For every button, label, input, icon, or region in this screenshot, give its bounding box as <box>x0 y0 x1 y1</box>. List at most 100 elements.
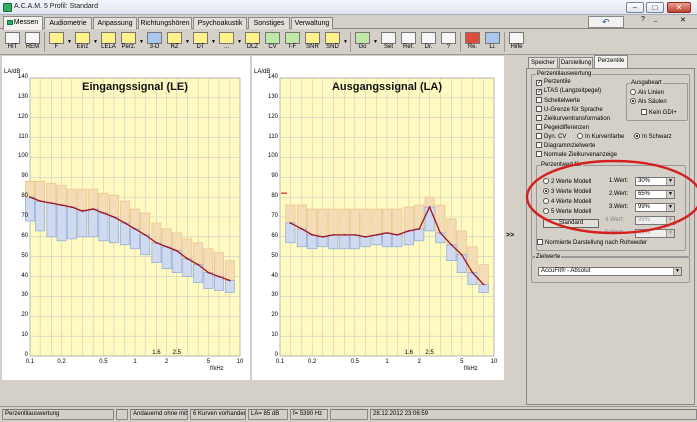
chart-icon <box>121 32 136 44</box>
toolbar-button-dt[interactable]: DT <box>191 31 210 53</box>
dropdown-arrow-icon[interactable]: ▼ <box>343 39 348 45</box>
tools-icon <box>381 32 396 44</box>
percentile-band-upper <box>307 208 318 236</box>
ltas-point <box>60 204 63 206</box>
tab-label: Anpassung <box>97 20 133 27</box>
checkbox-2[interactable]: Scheitelwerte <box>536 97 580 105</box>
dropdown-arrow-icon[interactable]: ▼ <box>93 39 98 45</box>
toolbar-label: SND <box>326 44 339 50</box>
tab-messen[interactable]: Messen <box>3 16 43 30</box>
toolbar-button-ff[interactable]: f-F <box>283 31 302 53</box>
chart-svg <box>25 77 241 357</box>
tab-anpassung[interactable]: Anpassung <box>93 17 137 29</box>
checkbox-box <box>536 115 542 121</box>
checkbox-1[interactable]: ✓ LTAS (Langzeitpegel) <box>536 88 601 96</box>
y-tick-label: 70 <box>271 213 278 219</box>
tab-sonstiges[interactable]: Sonstiges <box>248 17 290 29</box>
dropdown-arrow-icon[interactable]: ▼ <box>185 39 190 45</box>
percentile-band-lower <box>328 234 339 250</box>
dropdown-arrow-icon[interactable]: ▼ <box>373 39 378 45</box>
x-tick-label: 10 <box>490 359 498 365</box>
tab-audiometrie[interactable]: Audiometrie <box>44 17 92 29</box>
chart-icon <box>245 32 260 44</box>
min-icon[interactable]: _ <box>654 16 663 28</box>
radio-color-1[interactable]: In Schwarz <box>634 133 672 141</box>
status-text: Andauernd ohne mitte <box>133 411 188 417</box>
radio-ausgabe-0[interactable]: Als Linien <box>630 89 664 97</box>
dropdown-arrow-icon[interactable]: ▼ <box>139 39 144 45</box>
tab-darstellung[interactable]: Darstellung <box>559 57 593 68</box>
toolbar-button-f[interactable]: F <box>47 31 66 53</box>
expand-arrow-button[interactable]: >> <box>506 232 514 239</box>
toolbar-label: CV <box>268 44 277 50</box>
ausgabeart-title: Ausgabeart <box>630 80 663 86</box>
toolbar-button-hilfe[interactable]: Hilfe <box>507 31 526 53</box>
toolbar-button-cv[interactable]: CV <box>263 31 282 53</box>
toolbar-button-go[interactable]: Go <box>353 31 372 53</box>
tab-psychoakustik[interactable]: Psychoakustik <box>193 17 247 29</box>
toolbar-button-li[interactable]: Li. <box>483 31 502 53</box>
radio-ausgabe-1[interactable]: Als Säulen <box>630 98 667 106</box>
percentile-band-lower <box>171 250 182 273</box>
tab-richtungshören[interactable]: Richtungshören <box>138 17 192 29</box>
checkbox-kein-gdi[interactable]: Kein GDI+ <box>641 109 677 117</box>
x-tick-label: 1 <box>385 359 389 365</box>
dropdown-arrow-icon[interactable]: ▼ <box>237 39 242 45</box>
toolbar-button-dlz[interactable]: DLZ <box>243 31 262 53</box>
tab-speicher[interactable]: Speicher <box>528 57 558 68</box>
y-tick-label: 60 <box>21 232 28 239</box>
toolbar-button-hit[interactable]: HIT <box>3 31 22 53</box>
toolbar-button-[interactable]: ... <box>217 31 236 53</box>
checkbox-rohweder[interactable]: Normierte Darstellung nach Rohweder <box>537 239 647 247</box>
zielwerte-select[interactable]: AccuFit® - Absolut ▼ <box>538 267 682 276</box>
checkbox-0[interactable]: ✓ Perzentile <box>536 79 571 87</box>
toolbar-button-rz[interactable]: RZ <box>165 31 184 53</box>
minimize-button[interactable]: – <box>626 2 644 13</box>
x-axis-unit: f/kHz <box>210 366 224 372</box>
checkbox-box <box>536 124 542 130</box>
tab-verwaltung[interactable]: Verwaltung <box>291 17 333 29</box>
percentile-band-upper <box>213 252 224 277</box>
checkbox-label: Pegeldifferenzen <box>544 125 589 131</box>
x-tick-label: 2.5 <box>425 350 434 356</box>
toolbar-button-lela[interactable]: LELA <box>99 31 118 53</box>
chart-left: 140 130 120 110 100 90 80 70 60 50 40 30 20 10 0 0.1 0.2… <box>2 56 250 380</box>
checkbox-5[interactable]: Pegeldifferenzen <box>536 124 589 132</box>
toolbar-button-dr[interactable]: Dr. <box>419 31 438 53</box>
percentile-panel: Perzentilauswertung ✓ Perzentile ✓ LTAS (Lan… <box>525 68 697 405</box>
dropdown-arrow-icon[interactable]: ▼ <box>67 39 72 45</box>
close-icon[interactable]: ✕ <box>680 16 689 28</box>
radio-color-0[interactable]: In Kurvenfarbe <box>577 133 624 141</box>
toolbar-button-[interactable]: ? <box>439 31 458 53</box>
toolbar-button-re[interactable]: Re. <box>463 31 482 53</box>
toolbar-button-snd[interactable]: SND <box>323 31 342 53</box>
ltas-point <box>186 257 189 260</box>
percentile-band-lower <box>66 206 77 240</box>
tab-perzentile[interactable]: Perzentile <box>594 55 628 68</box>
percentile-band-upper <box>285 204 296 224</box>
toolbar-button-perz[interactable]: Perz. <box>119 31 138 53</box>
toolbar-button-einz[interactable]: Einz <box>73 31 92 53</box>
help-icon[interactable]: ? <box>641 16 650 28</box>
undo-button[interactable]: ↶ <box>588 16 624 28</box>
checkbox-4[interactable]: Zielkurventransformation <box>536 115 610 123</box>
toolbar-button-snr[interactable]: SNR <box>303 31 322 53</box>
toolbar-button-ref[interactable]: Ref. <box>399 31 418 53</box>
dropdown-arrow-icon[interactable]: ▼ <box>211 39 216 45</box>
checkbox-3[interactable]: U-Grenze für Sprache <box>536 106 603 114</box>
checkbox-7[interactable]: Diagrammzielwerte <box>536 142 595 150</box>
ltas-point <box>450 243 453 246</box>
chart-icon <box>147 32 162 44</box>
maximize-button[interactable]: □ <box>646 2 664 13</box>
radio-label: Als Linien <box>638 90 665 96</box>
y-tick-label: 0 <box>274 352 278 358</box>
close-button[interactable]: ✕ <box>667 2 691 13</box>
checkbox-box <box>536 97 542 103</box>
toolbar-button-rem[interactable]: REM <box>23 31 42 53</box>
checkbox-dyn-cv[interactable]: Dyn. CV <box>536 133 566 141</box>
toolbar-button-set[interactable]: Set <box>379 31 398 53</box>
checkbox-box <box>641 109 647 115</box>
chart-svg <box>279 77 495 357</box>
toolbar-button-3d[interactable]: 3-D <box>145 31 164 53</box>
chart-icon <box>265 32 280 44</box>
